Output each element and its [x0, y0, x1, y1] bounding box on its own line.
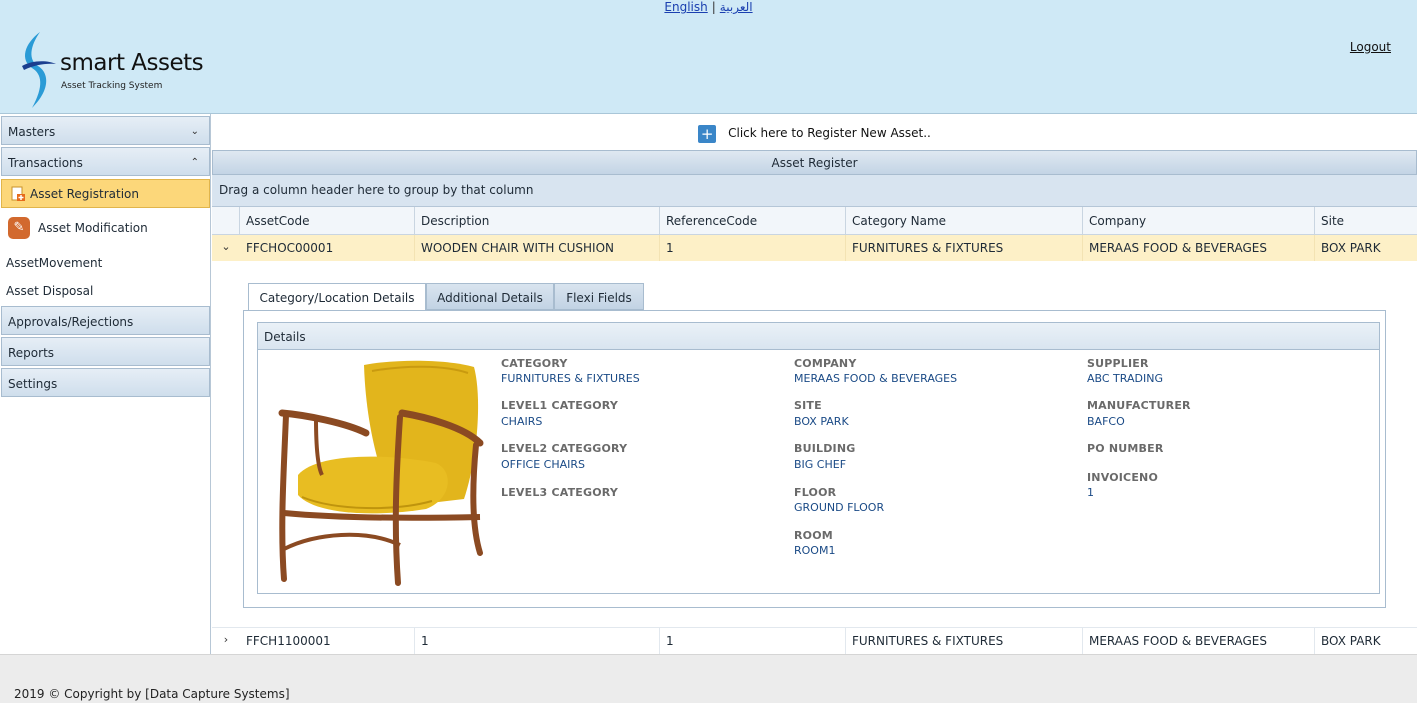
sidebar-group-settings[interactable]: Settings — [1, 368, 210, 397]
value-supplier: ABC TRADING — [1087, 372, 1163, 385]
label-supplier: SUPPLIER — [1087, 357, 1149, 370]
pencil-icon: ✎ — [8, 217, 30, 239]
cell-assetcode: FFCHOC00001 — [240, 235, 415, 261]
value-category: FURNITURES & FIXTURES — [501, 372, 640, 385]
sidebar-group-label: Approvals/Rejections — [8, 315, 134, 329]
sidebar-group-label: Reports — [8, 346, 55, 360]
language-switcher: English | العربية — [0, 0, 1417, 14]
app-header: English | العربية smart Assets Asset Track… — [0, 0, 1417, 114]
cell-company: MERAAS FOOD & BEVERAGES — [1083, 628, 1315, 654]
column-header-company[interactable]: Company — [1083, 207, 1315, 235]
expand-row-icon[interactable]: › — [212, 628, 240, 654]
cell-category: FURNITURES & FIXTURES — [846, 628, 1083, 654]
column-header-description[interactable]: Description — [415, 207, 660, 235]
cell-description: WOODEN CHAIR WITH CUSHION — [415, 235, 660, 261]
document-add-icon — [11, 186, 25, 201]
sidebar-group-label: Masters — [8, 125, 56, 139]
label-company: COMPANY — [794, 357, 857, 370]
label-room: ROOM — [794, 529, 833, 542]
label-category: CATEGORY — [501, 357, 568, 370]
sidebar-group-reports[interactable]: Reports — [1, 337, 210, 366]
app-logo[interactable]: smart Assets Asset Tracking System — [18, 30, 218, 110]
tab-additional-details[interactable]: Additional Details — [426, 283, 554, 310]
label-po-number: PO NUMBER — [1087, 442, 1164, 455]
table-row[interactable]: › FFCH1100001 1 1 FURNITURES & FIXTURES … — [212, 627, 1417, 654]
sidebar-item-label: Asset Registration — [30, 187, 139, 201]
label-site: SITE — [794, 399, 822, 412]
app-name: smart Assets — [60, 50, 204, 76]
label-level1-category: LEVEL1 CATEGORY — [501, 399, 619, 412]
details-section: Details CATEGORY FURNITURES & FIXTURES L… — [257, 322, 1380, 594]
value-company: MERAAS FOOD & BEVERAGES — [794, 372, 958, 385]
cell-company: MERAAS FOOD & BEVERAGES — [1083, 235, 1315, 261]
cell-category: FURNITURES & FIXTURES — [846, 235, 1083, 261]
main-content: + Click here to Register New Asset.. Asse… — [212, 114, 1417, 654]
column-header-site[interactable]: Site — [1315, 207, 1417, 235]
label-level2-category: LEVEL2 CATEGGORY — [501, 442, 628, 455]
asset-photo-chair — [278, 360, 484, 586]
label-manufacturer: MANUFACTURER — [1087, 399, 1191, 412]
column-header-referencecode[interactable]: ReferenceCode — [660, 207, 846, 235]
value-floor: GROUND FLOOR — [794, 501, 885, 514]
sidebar-item-asset-disposal[interactable]: Asset Disposal — [6, 284, 93, 298]
app-footer: 2019 © Copyright by [Data Capture System… — [0, 654, 1417, 703]
group-by-panel[interactable]: Drag a column header here to group by th… — [212, 175, 1417, 207]
value-manufacturer: BAFCO — [1087, 415, 1125, 428]
register-new-asset-link[interactable]: + Click here to Register New Asset.. — [212, 114, 1417, 150]
tab-flexi-fields[interactable]: Flexi Fields — [554, 283, 644, 310]
collapse-row-icon[interactable]: ⌄ — [212, 235, 240, 261]
sidebar-item-asset-movement[interactable]: AssetMovement — [6, 256, 102, 270]
value-invoiceno: 1 — [1087, 486, 1094, 499]
cell-description: 1 — [415, 628, 660, 654]
logout-link[interactable]: Logout — [1350, 40, 1391, 54]
register-link-label: Click here to Register New Asset.. — [728, 126, 931, 140]
logo-swirl-icon — [22, 32, 56, 108]
column-header-assetcode[interactable]: AssetCode — [240, 207, 415, 235]
value-site: BOX PARK — [794, 415, 849, 428]
expand-column-header — [212, 207, 240, 235]
sidebar-item-asset-modification[interactable]: Asset Modification — [38, 221, 148, 235]
cell-referencecode: 1 — [660, 628, 846, 654]
value-room: ROOM1 — [794, 544, 836, 557]
details-section-title: Details — [258, 323, 1379, 350]
table-row[interactable]: ⌄ FFCHOC00001 WOODEN CHAIR WITH CUSHION … — [212, 235, 1417, 261]
cell-referencecode: 1 — [660, 235, 846, 261]
chevron-up-icon: ⌃ — [190, 157, 199, 168]
chevron-down-icon: ⌄ — [190, 126, 199, 137]
copyright-text: 2019 © Copyright by [Data Capture System… — [14, 687, 290, 701]
label-invoiceno: INVOICENO — [1087, 471, 1159, 484]
label-building: BUILDING — [794, 442, 856, 455]
value-level2-category: OFFICE CHAIRS — [501, 458, 586, 471]
value-level1-category: CHAIRS — [501, 415, 543, 428]
app-tagline: Asset Tracking System — [61, 81, 163, 91]
sidebar-item-asset-registration[interactable]: Asset Registration — [1, 179, 210, 208]
cell-site: BOX PARK — [1321, 634, 1381, 648]
value-building: BIG CHEF — [794, 458, 847, 471]
sidebar: Masters ⌄ Transactions ⌃ Asset Registrat… — [0, 114, 211, 654]
label-floor: FLOOR — [794, 486, 837, 499]
cell-site: BOX PARK — [1321, 241, 1381, 255]
tab-category-location-details[interactable]: Category/Location Details — [248, 283, 426, 311]
lang-separator: | — [711, 0, 716, 14]
lang-english-link[interactable]: English — [664, 0, 707, 14]
sidebar-group-approvals[interactable]: Approvals/Rejections — [1, 306, 210, 335]
label-level3-category: LEVEL3 CATEGORY — [501, 486, 619, 499]
sidebar-group-label: Settings — [8, 377, 58, 391]
grid-title: Asset Register — [212, 150, 1417, 175]
add-icon: + — [698, 125, 717, 143]
sidebar-group-transactions[interactable]: Transactions ⌃ — [1, 147, 210, 176]
sidebar-group-label: Transactions — [8, 156, 83, 170]
lang-arabic-link[interactable]: العربية — [720, 0, 753, 14]
column-header-category-name[interactable]: Category Name — [846, 207, 1083, 235]
sidebar-group-masters[interactable]: Masters ⌄ — [1, 116, 210, 145]
cell-assetcode: FFCH1100001 — [240, 628, 415, 654]
